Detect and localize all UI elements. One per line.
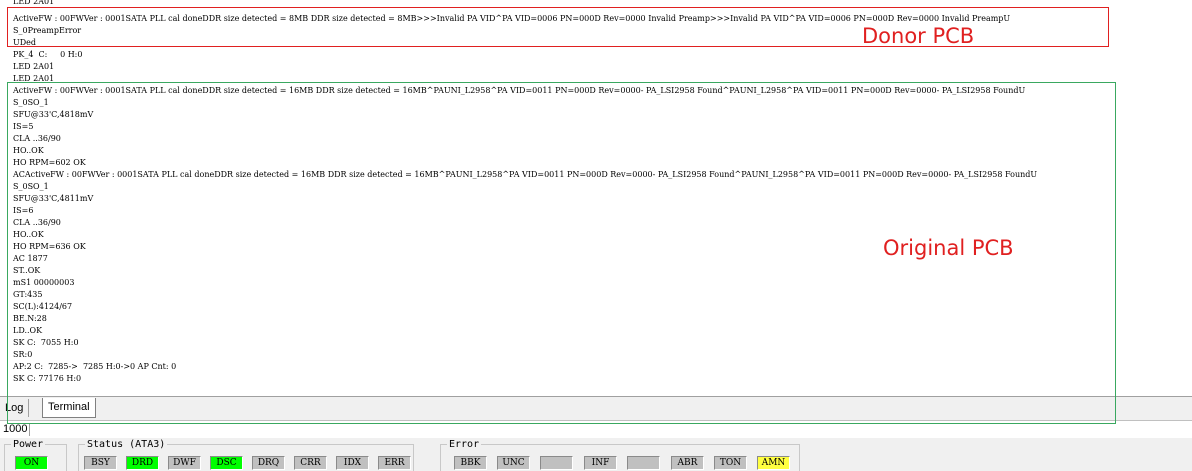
indicator-blank-1 [540,456,573,470]
indicator-abr: ABR [671,456,704,470]
indicator-err: ERR [378,456,411,470]
indicator-dwf: DWF [168,456,201,470]
indicator-dsc: DSC [210,456,243,470]
status-group: Status (ATA3) BSY DRD DWF DSC DRQ CRR ID… [78,439,414,471]
indicator-ton: TON [714,456,747,470]
power-group: Power ON [4,439,67,471]
indicator-idx: IDX [336,456,369,470]
indicator-bsy: BSY [84,456,117,470]
terminal-line: PK_4 C: 0 H:0 [13,50,83,59]
terminal-line: LED 2A01 [13,62,55,71]
status-group-title: Status (ATA3) [85,439,168,450]
indicator-panel: Power ON Status (ATA3) BSY DRD DWF DSC D… [0,438,1192,471]
original-highlight-box [7,82,1116,424]
indicator-crr: CRR [294,456,327,470]
indicator-drd: DRD [126,456,159,470]
donor-annotation: Donor PCB [862,24,975,48]
error-group: Error BBK UNC INF ABR TON AMN [440,439,800,471]
indicator-drq: DRQ [252,456,285,470]
indicator-blank-2 [627,456,660,470]
line-number: 1000 [3,423,30,436]
indicator-inf: INF [584,456,617,470]
indicator-on: ON [15,456,48,470]
error-group-title: Error [447,439,482,450]
power-group-title: Power [11,439,46,450]
indicator-bbk: BBK [454,456,487,470]
indicator-amn: AMN [757,456,790,470]
indicator-unc: UNC [497,456,530,470]
